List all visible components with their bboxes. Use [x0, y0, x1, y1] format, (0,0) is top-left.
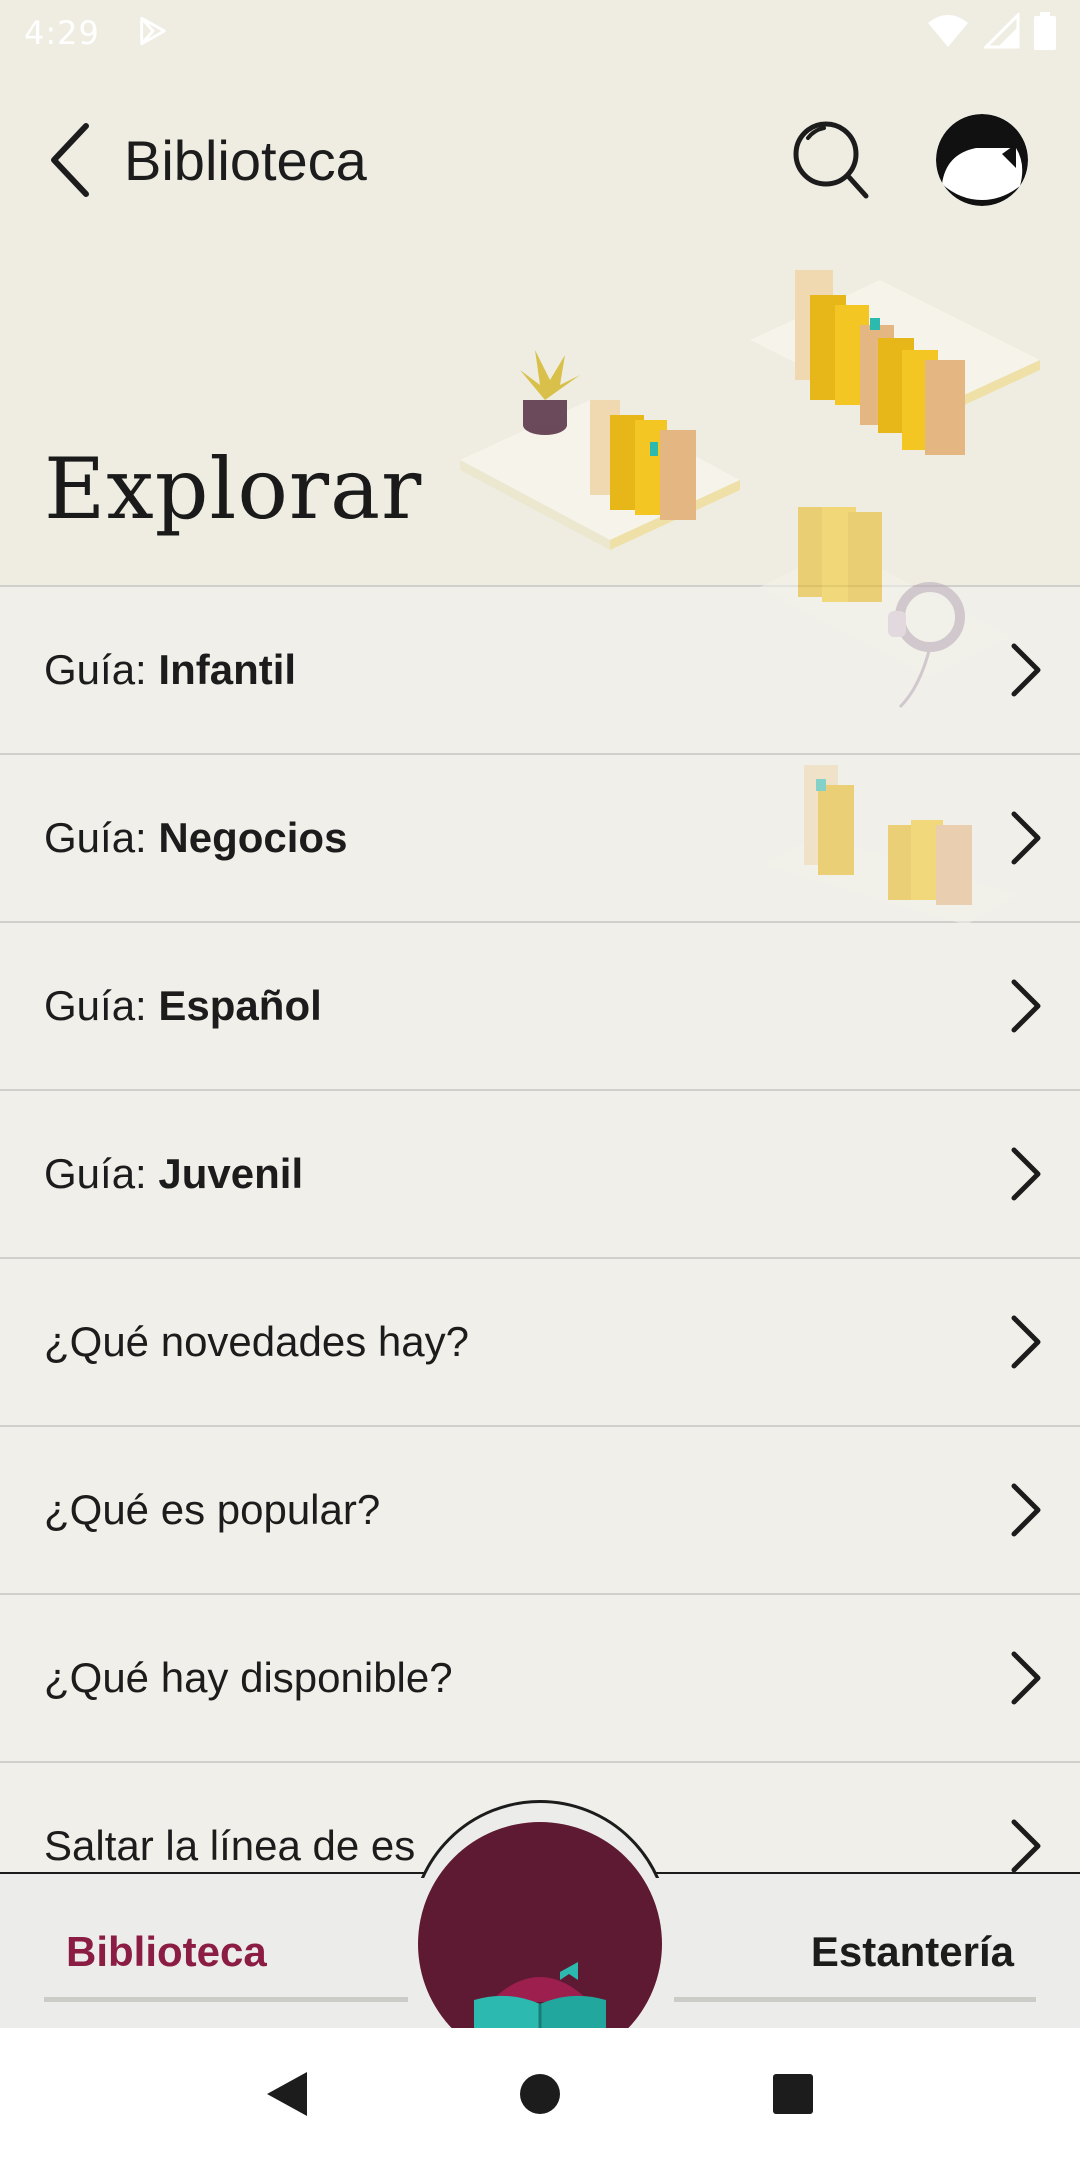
status-time: 4:29: [24, 14, 100, 52]
chevron-right-icon: [1011, 1651, 1041, 1705]
list-item-disponible[interactable]: ¿Qué hay disponible?: [0, 1593, 1080, 1761]
play-store-icon: [136, 14, 170, 53]
chevron-right-icon: [1011, 1483, 1041, 1537]
chevron-right-icon: [1011, 979, 1041, 1033]
list-item-label: Guía: Juvenil: [44, 1150, 304, 1197]
libby-home-button[interactable]: [404, 1800, 676, 2066]
avatar-button[interactable]: [936, 114, 1028, 206]
signal-icon: [982, 10, 1020, 54]
app-bar: Biblioteca: [0, 100, 1080, 220]
books-headphones-decoration: [760, 507, 1010, 709]
list-item-popular[interactable]: ¿Qué es popular?: [0, 1425, 1080, 1593]
list-item-guia-espanol[interactable]: Guía: Español: [0, 921, 1080, 1089]
search-button[interactable]: [784, 114, 880, 210]
system-nav-bar: [0, 2028, 1080, 2160]
wifi-icon: [926, 13, 970, 54]
tab-biblioteca-underline: [44, 1997, 408, 2002]
tab-estanteria-label: Estantería: [810, 1928, 1014, 1975]
nav-back-button[interactable]: [247, 2054, 327, 2134]
explore-list: Guía: Infantil Guía: Negocios Guía: Espa…: [0, 507, 1080, 1929]
explore-title: Explorar: [44, 440, 423, 538]
tab-biblioteca[interactable]: Biblioteca: [44, 1874, 408, 2030]
back-button[interactable]: [40, 120, 100, 200]
circle-home-icon: [519, 2074, 560, 2114]
list-item-label: ¿Qué es popular?: [44, 1486, 381, 1533]
list-item-label: ¿Qué novedades hay?: [44, 1318, 469, 1365]
list-item-guia-negocios[interactable]: Guía: Negocios: [0, 753, 1080, 925]
header: 4:29 Biblioteca Explorar: [0, 0, 1080, 585]
chevron-right-icon: [1011, 811, 1041, 865]
square-recent-icon: [773, 2074, 814, 2114]
list-item-guia-infantil[interactable]: Guía: Infantil: [0, 507, 1080, 753]
list-item-label: ¿Qué hay disponible?: [44, 1654, 453, 1701]
app-title: Biblioteca: [124, 129, 367, 192]
avatar-icon: [936, 114, 1028, 206]
chevron-left-icon: [51, 123, 89, 197]
tab-biblioteca-label: Biblioteca: [66, 1928, 267, 1975]
search-icon: [793, 121, 869, 199]
chevron-right-icon: [1011, 643, 1041, 697]
list-item-label: Guía: Infantil: [44, 646, 297, 693]
triangle-back-icon: [266, 2072, 307, 2116]
nav-recent-button[interactable]: [753, 2054, 833, 2134]
list-item-label: Guía: Español: [44, 982, 322, 1029]
chevron-right-icon: [1011, 1147, 1041, 1201]
tab-estanteria[interactable]: Estantería: [674, 1874, 1036, 2030]
books-decoration: [766, 765, 1016, 925]
chevron-right-icon: [1011, 1819, 1041, 1873]
tab-estanteria-underline: [674, 1997, 1036, 2002]
list-item-label: Saltar la línea de es: [44, 1822, 416, 1869]
status-bar: 4:29: [0, 0, 1080, 66]
nav-home-button[interactable]: [500, 2054, 580, 2134]
list-item-guia-juvenil[interactable]: Guía: Juvenil: [0, 1089, 1080, 1257]
list-item-novedades[interactable]: ¿Qué novedades hay?: [0, 1257, 1080, 1425]
chevron-right-icon: [1011, 1315, 1041, 1369]
battery-icon: [1034, 11, 1056, 55]
list-item-label: Guía: Negocios: [44, 814, 348, 861]
